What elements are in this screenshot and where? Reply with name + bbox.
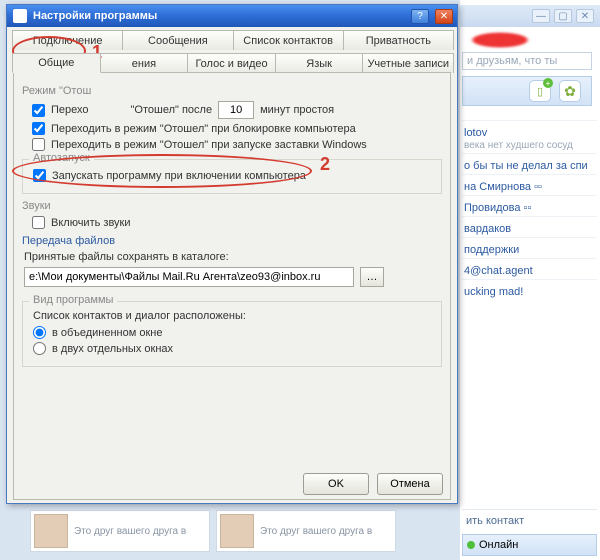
dialog-title: Настройки программы (33, 10, 405, 22)
away-lock-checkbox[interactable] (32, 122, 45, 135)
contact-name: на Смирнова ▫▫ (464, 181, 542, 193)
maximize-button[interactable]: ▢ (554, 9, 572, 23)
contact-name: lotov (464, 127, 487, 139)
contact-row[interactable]: о бы ты не делал за спи (462, 153, 597, 174)
contact-name: вардаков (464, 223, 511, 235)
tab-panel-general: Режим "Отош Перехо "Отошел" после минут … (13, 72, 451, 500)
contact-row[interactable]: вардаков (462, 216, 597, 237)
sounds-checkbox[interactable] (32, 216, 45, 229)
close-button[interactable]: ✕ (576, 9, 594, 23)
view-label: Список контактов и диалог расположены: (33, 310, 433, 322)
sounds-group-title: Звуки (22, 200, 442, 212)
away-screensaver-checkbox[interactable] (32, 138, 45, 151)
contact-row[interactable]: lotovвека нет худшего сосуд (462, 120, 597, 153)
contact-name: поддержки (464, 244, 519, 256)
app-icon (13, 9, 27, 23)
dialog-help-button[interactable]: ? (411, 9, 429, 24)
contact-subtitle: века нет худшего сосуд (464, 140, 573, 151)
away-after-checkbox[interactable] (32, 104, 45, 117)
tab-сообщения[interactable]: Сообщения (122, 30, 233, 50)
online-dot-icon (467, 541, 475, 549)
files-label: Принятые файлы сохранять в каталоге: (24, 251, 442, 263)
contact-name: Провидова ▫▫ (464, 202, 531, 214)
contact-row[interactable]: на Смирнова ▫▫ (462, 174, 597, 195)
away-lock-row: Переходить в режим "Отошел" при блокиров… (32, 122, 442, 135)
contact-list: lotovвека нет худшего сосуд о бы ты не де… (462, 120, 597, 300)
dialog-titlebar: Настройки программы ? ✕ (7, 5, 457, 27)
dialog-buttons: OK Отмена (303, 473, 443, 495)
view-combined-radio[interactable] (33, 326, 46, 339)
tab-учетные-записи[interactable]: Учетные записи (362, 53, 454, 73)
away-lock-label: Переходить в режим "Отошел" при блокиров… (51, 123, 356, 135)
main-window-titlebar: — ▢ ✕ (460, 5, 600, 27)
logo-accent (470, 32, 530, 48)
suggestion-card[interactable]: Это друг вашего друга в (30, 510, 210, 552)
suggestion-text: Это друг вашего друга в (74, 526, 186, 537)
avatar (34, 514, 68, 548)
away-group-title: Режим "Отош (22, 85, 442, 97)
view-separate-label: в двух отдельных окнах (52, 343, 173, 355)
ok-button[interactable]: OK (303, 473, 369, 495)
away-after-label-3: минут простоя (260, 104, 334, 116)
tab-приватность[interactable]: Приватность (343, 30, 454, 50)
suggestion-text: Это друг вашего друга в (260, 526, 372, 537)
view-opt1-row: в объединенном окне (33, 326, 433, 339)
autorun-group-title: Автозапуск (29, 152, 94, 164)
away-minutes-input[interactable] (218, 101, 254, 119)
tab-ения[interactable]: ения (100, 53, 189, 73)
files-group-title: Передача файлов (22, 235, 442, 247)
away-screensaver-row: Переходить в режим "Отошел" при запуске … (32, 138, 442, 151)
view-separate-radio[interactable] (33, 342, 46, 355)
contact-row[interactable]: поддержки (462, 237, 597, 258)
tab-голос-и-видео[interactable]: Голос и видео (187, 53, 276, 73)
minimize-button[interactable]: — (532, 9, 550, 23)
sounds-label: Включить звуки (51, 217, 131, 229)
sounds-row: Включить звуки (32, 216, 442, 229)
contact-name: 4@chat.agent (464, 265, 533, 277)
avatar (220, 514, 254, 548)
person-icon: ▯ (537, 85, 543, 98)
suggestion-card[interactable]: Это друг вашего друга в (216, 510, 396, 552)
status-bar[interactable]: Онлайн (462, 534, 597, 556)
contact-name: ucking mad! (464, 286, 523, 298)
tab-язык[interactable]: Язык (275, 53, 364, 73)
away-after-row: Перехо "Отошел" после минут простоя (32, 101, 442, 119)
contact-name: о бы ты не делал за спи (464, 160, 588, 172)
view-group-title: Вид программы (29, 294, 117, 306)
tab-список-контактов[interactable]: Список контактов (233, 30, 344, 50)
view-opt2-row: в двух отдельных окнах (33, 342, 433, 355)
status-text: Онлайн (479, 539, 518, 551)
cancel-button[interactable]: Отмена (377, 473, 443, 495)
browse-button[interactable]: … (360, 267, 384, 287)
view-combined-label: в объединенном окне (52, 327, 162, 339)
contact-row[interactable]: 4@chat.agent (462, 258, 597, 279)
status-input[interactable]: и друзьям, что ты (462, 52, 592, 70)
autorun-group: Автозапуск Запускать программу при включ… (22, 159, 442, 194)
tabs-row-1: ПодключениеСообщенияСписок контактовПрив… (13, 27, 457, 50)
tabs-row-2: ОбщиеенияГолос и видеоЯзыкУчетные записи (13, 50, 457, 73)
away-screensaver-label: Переходить в режим "Отошел" при запуске … (51, 139, 367, 151)
add-contact-link[interactable]: ить контакт (462, 509, 597, 532)
plus-icon: + (543, 78, 553, 88)
contact-row[interactable]: Провидова ▫▫ (462, 195, 597, 216)
friend-suggestions: Это друг вашего друга в Это друг вашего д… (30, 510, 396, 552)
files-path-row: e:\Мои документы\Файлы Mail.Ru Агента\ze… (24, 267, 442, 287)
files-path-input[interactable]: e:\Мои документы\Файлы Mail.Ru Агента\ze… (24, 267, 354, 287)
settings-dialog: Настройки программы ? ✕ ПодключениеСообщ… (6, 4, 458, 504)
flower-icon[interactable]: ✿ (559, 80, 581, 102)
away-after-label-2: "Отошел" после (131, 104, 213, 116)
autorun-checkbox[interactable] (33, 169, 46, 182)
tab-подключение[interactable]: Подключение (12, 30, 123, 50)
autorun-label: Запускать программу при включении компью… (52, 170, 306, 182)
toolbar: ▯ + ✿ (462, 76, 592, 106)
away-after-label-1: Перехо (51, 104, 89, 116)
tab-общие[interactable]: Общие (12, 53, 101, 73)
add-contact-icon[interactable]: ▯ + (529, 80, 551, 102)
dialog-close-button[interactable]: ✕ (435, 9, 453, 24)
autorun-row: Запускать программу при включении компью… (33, 169, 433, 182)
contact-row[interactable]: ucking mad! (462, 279, 597, 300)
view-group: Вид программы Список контактов и диалог … (22, 301, 442, 367)
